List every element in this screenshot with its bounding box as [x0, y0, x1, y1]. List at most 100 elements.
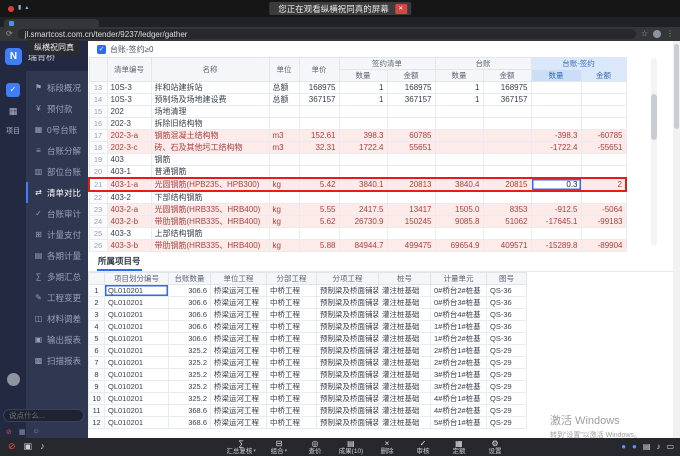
detail-row[interactable]: 2 QL010201 306.6 桥梁运河工程 中桥工程 预制梁及桥面铺装 灌注…: [89, 297, 527, 309]
cell-contract-amount[interactable]: [387, 191, 435, 204]
chat-input-box[interactable]: [3, 409, 84, 422]
sidebar-item[interactable]: ▥ 部位台账: [26, 161, 88, 182]
cell-name[interactable]: 预制场及场地建设费: [151, 94, 269, 106]
cell-diff-qty[interactable]: -398.3: [531, 130, 581, 142]
cell-subitem[interactable]: 预制梁及桥面铺装: [317, 309, 379, 321]
cell-ledger-amount[interactable]: 51062: [483, 216, 531, 228]
cell-detail-qty[interactable]: 325.2: [169, 393, 211, 405]
cell-detail-qty[interactable]: 325.2: [169, 369, 211, 381]
chat-apps-icon[interactable]: ▦: [19, 428, 26, 436]
detail-row-number[interactable]: 8: [89, 369, 105, 381]
cell-unit[interactable]: [269, 118, 299, 130]
cell-ledger-qty[interactable]: 3840.4: [435, 178, 483, 191]
detail-row-number[interactable]: 4: [89, 321, 105, 333]
cell-section[interactable]: 中桥工程: [267, 393, 317, 405]
cell-contract-qty[interactable]: 26730.9: [339, 216, 387, 228]
cell-diff-amount[interactable]: -60785: [581, 130, 626, 142]
cell-contract-qty[interactable]: 1: [339, 94, 387, 106]
cell-diff-amount[interactable]: [581, 106, 626, 118]
cell-drawing-no[interactable]: QS-29: [487, 381, 527, 393]
cell-unit[interactable]: [269, 106, 299, 118]
page-scrollbar-thumb[interactable]: [674, 44, 679, 129]
cell-code[interactable]: 10S-3: [107, 94, 151, 106]
sidebar-item[interactable]: ◫ 材料调差: [26, 308, 88, 329]
cell-diff-qty[interactable]: [531, 228, 581, 240]
cell-name[interactable]: 钢筋混凝土结构物: [151, 130, 269, 142]
cell-contract-qty[interactable]: 398.3: [339, 130, 387, 142]
cell-unit[interactable]: kg: [269, 204, 299, 216]
cell-name[interactable]: 上部结构钢筋: [151, 228, 269, 240]
detail-row-number[interactable]: 2: [89, 297, 105, 309]
cell-division-code[interactable]: QL010201: [105, 285, 169, 297]
cell-section[interactable]: 中桥工程: [267, 333, 317, 345]
cell-subitem[interactable]: 预制梁及桥面铺装: [317, 417, 379, 429]
toolbar-item[interactable]: ⊟ 组合 ▾: [266, 439, 292, 455]
projects-label[interactable]: 项目: [6, 126, 20, 136]
toolbar-item[interactable]: ⚙ 设置 ▾: [482, 439, 508, 455]
cell-drawing-no[interactable]: QS-29: [487, 405, 527, 417]
cell-diff-amount[interactable]: 2: [581, 178, 626, 191]
cell-division-code[interactable]: QL010201: [105, 357, 169, 369]
cell-ledger-amount[interactable]: [483, 166, 531, 179]
cell-section[interactable]: 中桥工程: [267, 369, 317, 381]
cell-stake[interactable]: 灌注桩基础: [379, 393, 431, 405]
cell-ledger-qty[interactable]: [435, 166, 483, 179]
detail-row-number[interactable]: 6: [89, 345, 105, 357]
cell-detail-qty[interactable]: 306.6: [169, 285, 211, 297]
audio-icon[interactable]: ♪: [40, 441, 45, 452]
cell-stake[interactable]: 灌注桩基础: [379, 417, 431, 429]
col-header-ledger-amount[interactable]: 金额: [483, 70, 531, 82]
row-number[interactable]: 20: [89, 166, 107, 179]
cell-unit[interactable]: kg: [269, 216, 299, 228]
row-number[interactable]: 21: [89, 178, 107, 191]
cell-ledger-qty[interactable]: [435, 228, 483, 240]
cell-code[interactable]: 403-3: [107, 228, 151, 240]
cell-stake[interactable]: 灌注桩基础: [379, 345, 431, 357]
cell-contract-amount[interactable]: 150245: [387, 216, 435, 228]
detail-row[interactable]: 11 QL010201 368.6 桥梁运河工程 中桥工程 预制梁及桥面铺装 灌…: [89, 405, 527, 417]
cell-subitem[interactable]: 预制梁及桥面铺装: [317, 381, 379, 393]
cell-ledger-qty[interactable]: 69654.9: [435, 240, 483, 252]
cell-ledger-amount[interactable]: [483, 130, 531, 142]
cell-division-code[interactable]: QL010201: [105, 381, 169, 393]
砖、石及其他圬工结构物[interactable]: 18 202-3-c 砖、石及其他圬工结构物 m3 32.31 1722.4 5…: [89, 142, 626, 154]
sidebar-item[interactable]: ⚑ 标段概况: [26, 77, 88, 98]
cell-diff-amount[interactable]: -89904: [581, 240, 626, 252]
cell-contract-amount[interactable]: 60785: [387, 130, 435, 142]
cell-subitem[interactable]: 预制梁及桥面铺装: [317, 405, 379, 417]
cell-ledger-amount[interactable]: [483, 228, 531, 240]
cell-section[interactable]: 中桥工程: [267, 309, 317, 321]
sidebar-item[interactable]: ≡ 台账分解: [26, 140, 88, 161]
cell-stake[interactable]: 灌注桩基础: [379, 357, 431, 369]
cell-unit[interactable]: m3: [269, 130, 299, 142]
workspace-check-icon[interactable]: ✓: [6, 83, 20, 97]
sidebar-item[interactable]: ▤ 各期计量: [26, 245, 88, 266]
sidebar-item[interactable]: ✓ 台账审计: [26, 203, 88, 224]
cell-subitem[interactable]: 预制梁及桥面铺装: [317, 321, 379, 333]
row-number[interactable]: 14: [89, 94, 107, 106]
bookmark-icon[interactable]: ☆: [641, 29, 648, 39]
tab-detail-projects[interactable]: 所属项目号: [97, 255, 142, 271]
cell-ledger-qty[interactable]: [435, 154, 483, 166]
cell-unit-project[interactable]: 桥梁运河工程: [211, 285, 267, 297]
上部结构钢筋[interactable]: 25 403-3 上部结构钢筋: [89, 228, 626, 240]
cell-price[interactable]: 152.61: [299, 130, 339, 142]
拆除旧结构物[interactable]: 16 202-3 拆除旧结构物: [89, 118, 626, 130]
detail-row-number[interactable]: 1: [89, 285, 105, 297]
cell-measure-unit[interactable]: 3#桥台1#桩基: [431, 369, 487, 381]
cell-unit[interactable]: 总额: [269, 82, 299, 94]
cell-code[interactable]: 403-3-b: [107, 240, 151, 252]
cell-measure-unit[interactable]: 5#桥台1#桩基: [431, 417, 487, 429]
cell-diff-qty[interactable]: -1722.4: [531, 142, 581, 154]
toolbar-item[interactable]: ∑ 汇总复核 ▾: [226, 439, 256, 455]
cell-unit-project[interactable]: 桥梁运河工程: [211, 321, 267, 333]
cell-unit-project[interactable]: 桥梁运河工程: [211, 309, 267, 321]
普通钢筋[interactable]: 20 403-1 普通钢筋: [89, 166, 626, 179]
meeting-status-icon[interactable]: ●: [621, 442, 626, 451]
cell-measure-unit[interactable]: 4#桥台1#桩基: [431, 393, 487, 405]
row-number[interactable]: 17: [89, 130, 107, 142]
row-number[interactable]: 13: [89, 82, 107, 94]
cell-price[interactable]: [299, 191, 339, 204]
cell-diff-qty[interactable]: -15289.8: [531, 240, 581, 252]
cell-contract-amount[interactable]: 55651: [387, 142, 435, 154]
